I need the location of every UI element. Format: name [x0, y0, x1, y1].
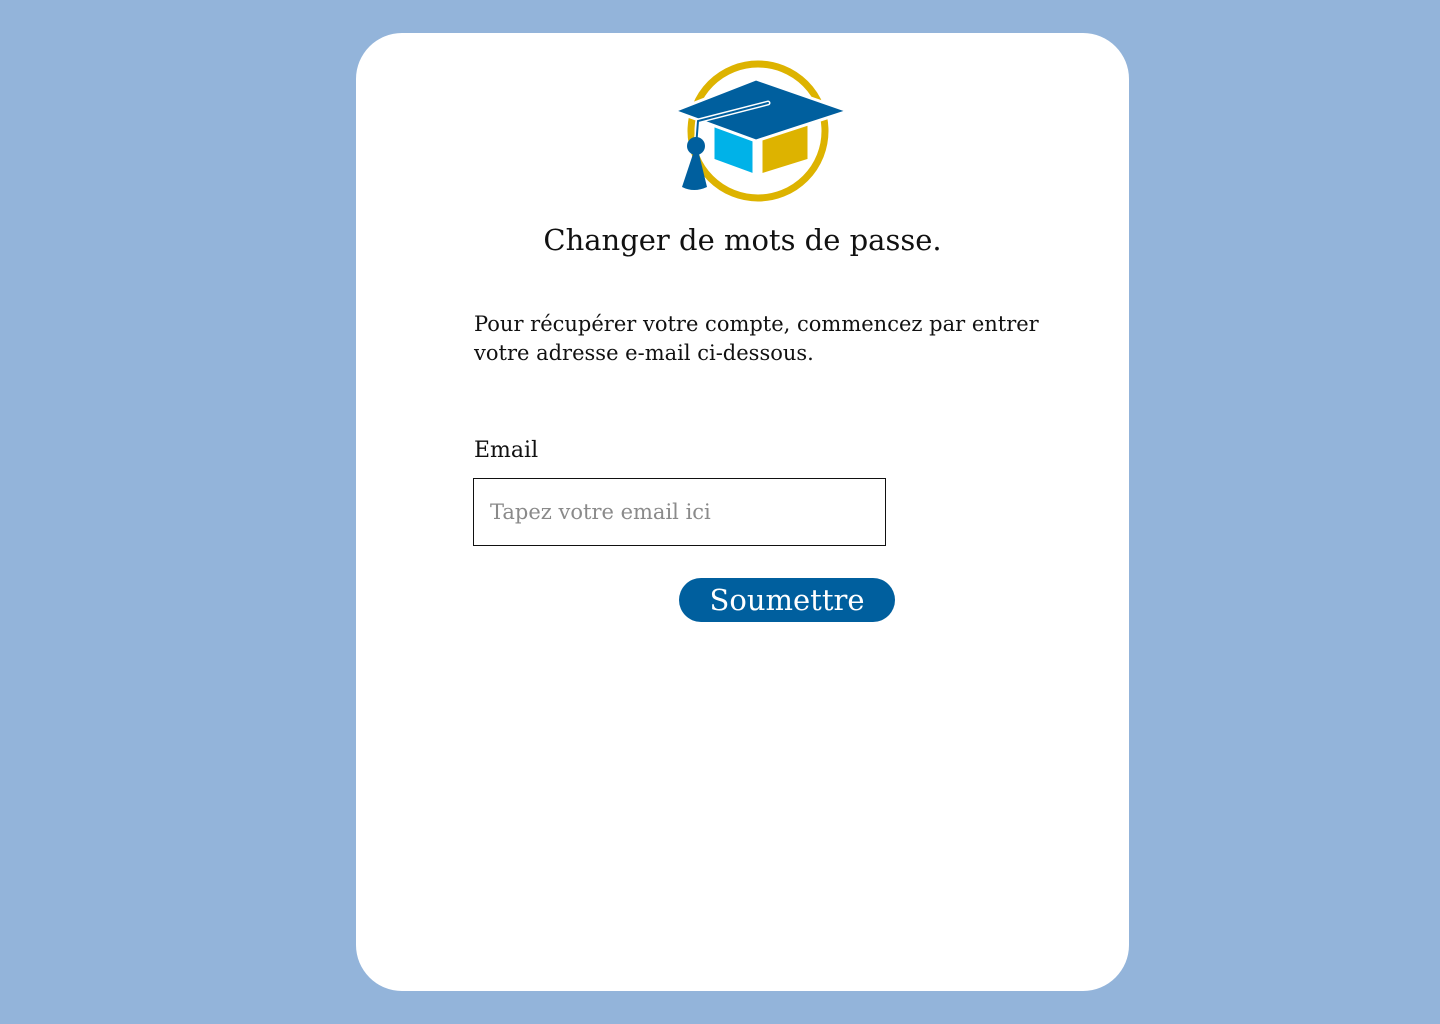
graduation-cap-logo-icon [672, 60, 848, 202]
email-label: Email [474, 438, 539, 463]
submit-button[interactable]: Soumettre [679, 578, 895, 622]
page-title: Changer de mots de passe. [543, 223, 942, 257]
instructions-text: Pour récupérer votre compte, commencez p… [474, 312, 1039, 365]
email-input[interactable] [473, 478, 886, 546]
password-reset-card: Changer de mots de passe. Pour récupérer… [356, 33, 1129, 991]
